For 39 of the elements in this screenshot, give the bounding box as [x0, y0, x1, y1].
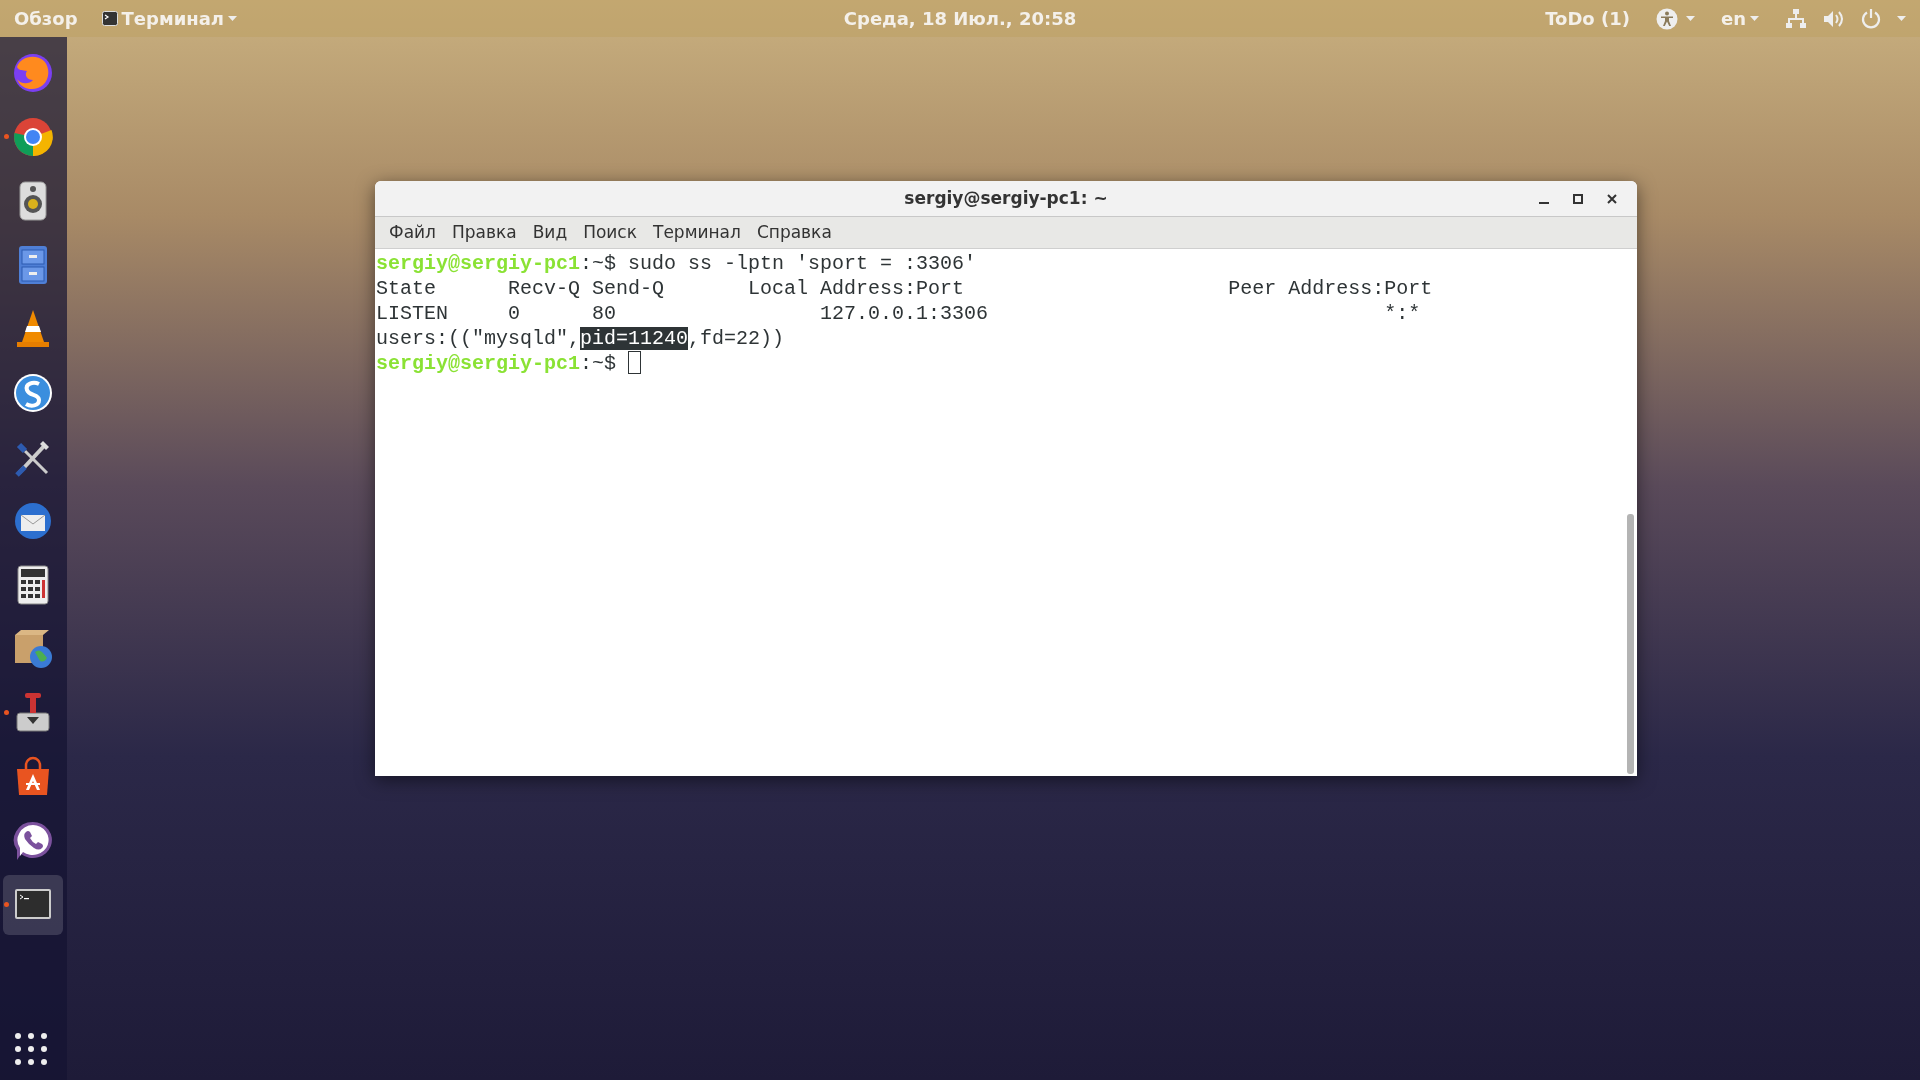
- scrollbar[interactable]: [1627, 514, 1634, 774]
- running-indicator: [4, 134, 9, 139]
- running-indicator: [4, 902, 9, 907]
- prompt-user: sergiy@sergiy-pc1: [376, 252, 581, 275]
- caret-icon: [1897, 15, 1906, 22]
- menu-item[interactable]: Справка: [750, 219, 838, 246]
- terminal-icon: [101, 11, 118, 26]
- dock-item[interactable]: [3, 875, 63, 935]
- running-indicator: [4, 710, 9, 715]
- app-grid-icon[interactable]: [14, 1032, 48, 1066]
- tricolor-circle-icon: [11, 115, 55, 159]
- window-title: sergiy@sergiy-pc1: ~: [904, 186, 1108, 210]
- prompt-path: :~$: [580, 252, 617, 275]
- menu-item[interactable]: Файл: [383, 219, 442, 246]
- accessibility-menu[interactable]: [1655, 7, 1695, 30]
- maximize-icon: [1573, 194, 1583, 204]
- text-cursor: [628, 351, 642, 374]
- output-text: users:(("mysqld",: [376, 327, 581, 350]
- caret-icon: [228, 15, 238, 22]
- accessibility-icon: [1655, 7, 1678, 30]
- output-text: LISTEN 0 80 127.0.0.1:3306 *:*: [376, 302, 1421, 325]
- power-icon: [1861, 8, 1881, 29]
- menu-item[interactable]: Вид: [526, 219, 574, 246]
- prompt-path: :~$: [580, 352, 617, 375]
- prompt-user: sergiy@sergiy-pc1: [376, 352, 581, 375]
- caret-icon: [1685, 15, 1695, 22]
- output-text: ,fd=22)): [688, 327, 785, 350]
- terminal-area[interactable]: sergiy@sergiy-pc1:~$ sudo ss -lptn 'sport = :3306' State Recv-Q Send-Q Local Address:Port Peer Address:Port LISTEN 0 80 127.0.0.1:3306 *:* users:(("mysqld",pid=11240,fd=22)) sergiy@sergiy-pc1:~$: [375, 249, 1637, 776]
- minimize-icon: [1539, 202, 1549, 204]
- menu-item[interactable]: Терминал: [647, 219, 747, 246]
- swirl-circle-icon: [11, 371, 55, 415]
- menu-item[interactable]: Правка: [445, 219, 523, 246]
- caret-icon: [1750, 15, 1759, 22]
- network-icon: [1785, 7, 1807, 30]
- selected-text: pid=11240: [580, 327, 689, 350]
- close-icon: [1607, 194, 1617, 204]
- output-text: State Recv-Q Send-Q Local Address:Port Peer Address:Port: [376, 277, 1433, 300]
- menu-item[interactable]: Поиск: [577, 219, 643, 246]
- command-text: sudo ss -lptn 'sport = :3306': [627, 252, 977, 275]
